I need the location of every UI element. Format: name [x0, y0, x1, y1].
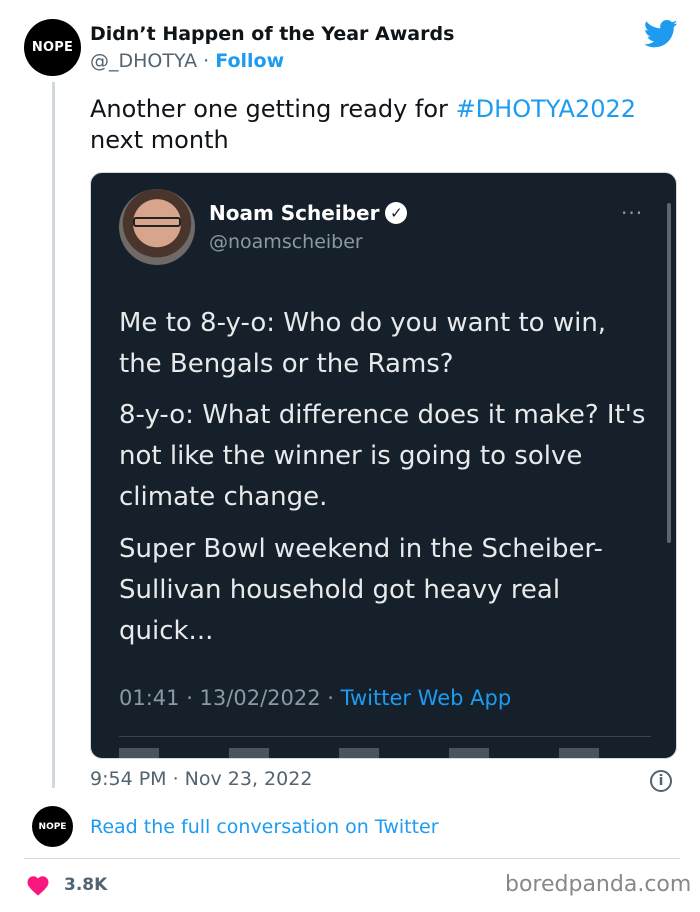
tweet-timestamp[interactable]: 9:54 PM · Nov 23, 2022: [90, 768, 312, 790]
author-name[interactable]: Didn’t Happen of the Year Awards: [90, 23, 454, 45]
read-conversation-link[interactable]: Read the full conversation on Twitter: [90, 816, 439, 838]
author-handle-row: @_DHOTYA · Follow: [90, 50, 284, 72]
tweet-text-after: next month: [90, 126, 229, 154]
embedded-meta: 01:41 · 13/02/2022 · Twitter Web App: [119, 686, 511, 710]
footer-divider: [24, 858, 680, 859]
embedded-paragraph: Me to 8-y-o: Who do you want to win, the…: [119, 308, 607, 379]
verified-badge-icon: ✓: [385, 202, 408, 224]
glasses-detail: [133, 217, 181, 227]
embedded-paragraph: Super Bowl weekend in the Scheiber-Sulli…: [119, 534, 603, 646]
small-avatar[interactable]: NOPE: [32, 806, 73, 847]
thread-line: [52, 82, 55, 788]
watermark: boredpanda.com: [505, 872, 692, 897]
embedded-divider: [119, 736, 651, 737]
embedded-author-name: Noam Scheiber ✓: [209, 201, 408, 225]
twitter-bird-icon[interactable]: [644, 19, 678, 49]
handle-separator: ·: [203, 50, 210, 72]
like-count: 3.8K: [64, 875, 108, 895]
heart-icon[interactable]: [25, 874, 51, 896]
embedded-stats-cut-off: [119, 748, 651, 758]
embedded-tweet-image[interactable]: Noam Scheiber ✓ @noamscheiber ··· Me to …: [90, 172, 677, 759]
tweet-text-before: Another one getting ready for: [90, 95, 456, 123]
author-avatar[interactable]: NOPE: [24, 19, 81, 76]
embedded-handle: @noamscheiber: [209, 231, 363, 253]
follow-button[interactable]: Follow: [215, 50, 284, 72]
tweet-text: Another one getting ready for #DHOTYA202…: [90, 94, 680, 156]
embedded-scrollbar: [667, 203, 671, 543]
more-options-icon: ···: [621, 201, 644, 225]
embedded-app: Twitter Web App: [340, 686, 512, 710]
embedded-date: 01:41 · 13/02/2022 ·: [119, 686, 341, 710]
hashtag-link[interactable]: #DHOTYA2022: [456, 95, 636, 123]
embedded-avatar: [119, 189, 195, 265]
author-handle[interactable]: @_DHOTYA: [90, 50, 197, 72]
embedded-name-text: Noam Scheiber: [209, 201, 380, 225]
info-icon[interactable]: i: [650, 770, 672, 792]
embedded-paragraph: 8-y-o: What difference does it make? It'…: [119, 400, 646, 512]
